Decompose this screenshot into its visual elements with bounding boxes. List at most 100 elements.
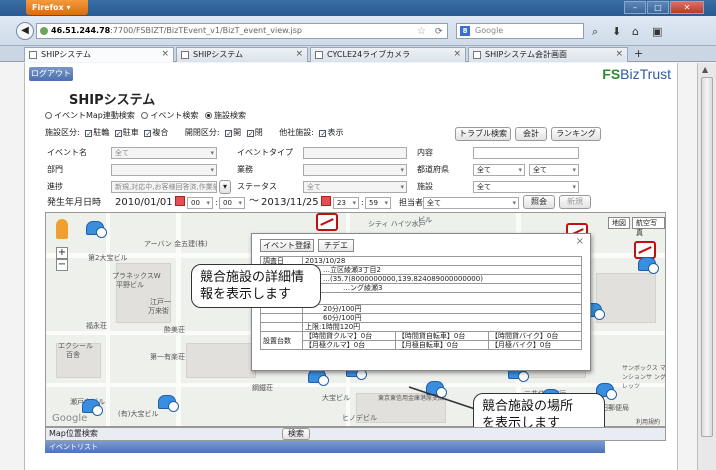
tab-cycle24[interactable]: CYCLE24ライブカメラ × [310,47,466,62]
radio-facility-search[interactable]: 施設検索 [204,111,246,120]
check-tab[interactable]: チデエ [318,239,354,252]
map-type-map-button[interactable]: 地図 [608,217,630,229]
facility-marker-icon[interactable] [86,221,107,238]
date-label: 発生年月日時 [47,198,102,208]
event-name-select[interactable]: 全て [111,147,217,159]
facility-type-label: 施設区分: [45,128,80,137]
prefecture-label: 都道府県 [417,165,449,174]
detail-annotation-callout: 競合施設の詳細情 報を表示します [191,264,321,308]
department-select[interactable] [111,164,217,176]
menu-icon[interactable]: ▣ [652,25,662,38]
event-register-tab[interactable]: イベント登録 [260,239,314,252]
url-path: :7700/FSBIZT/BizTEvent_v1/BizT_event_vie… [110,26,302,35]
minute-to-select[interactable]: 59 [365,197,391,209]
calendar-from-icon[interactable] [175,196,185,206]
facility-select[interactable]: 全て [473,181,579,193]
tab-ship-accounting[interactable]: SHIPシステム会計画面 × [468,47,628,62]
bookmark-star-icon[interactable]: ☆ [417,25,426,38]
ranking-button[interactable]: ランキング [551,127,601,141]
new-button[interactable]: 新規 [559,195,591,209]
competitor-facility-icon[interactable] [316,213,338,231]
tab-close-icon[interactable]: × [615,48,623,61]
zoom-out-button[interactable]: − [56,259,68,271]
checkbox-closed[interactable]: ✓閉 [244,128,263,138]
home-icon[interactable]: ⌂ [632,25,639,38]
site-identity-icon[interactable] [40,27,48,35]
checkbox-parking-bike[interactable]: ✓駐輪 [82,128,109,138]
close-window-button[interactable]: ✕ [670,1,704,14]
radio-event-search[interactable]: イベント検索 [141,111,198,120]
map-label: 酔美荘 [164,326,185,334]
minute-from-select[interactable]: 00 [219,197,245,209]
assignee-select[interactable]: 全て [423,197,519,209]
map-label: (有)大宝ビル [118,410,159,418]
accounting-button[interactable]: 会計 [515,127,547,141]
scrollbar-thumb[interactable] [701,77,713,437]
facility-marker-icon[interactable] [82,399,103,416]
page-title: SHIPシステム [69,93,156,108]
terms-link[interactable]: 利用規約 [636,417,660,426]
download-icon[interactable]: ⬇ [612,25,621,38]
reload-icon[interactable]: ⟳ [435,25,443,38]
firefox-menu-button[interactable]: Firefox ▾ [26,0,88,15]
tab-close-icon[interactable]: × [161,48,169,61]
city-select[interactable]: 全て [529,164,579,176]
checkbox-combined[interactable]: ✓複合 [141,128,168,138]
trouble-search-button[interactable]: トラブル検索 [455,127,511,141]
progress-dropdown-button[interactable]: ▾ [219,180,231,194]
zoom-in-button[interactable]: + [56,247,68,259]
progress-field[interactable]: 新規,対応中,お客様回答済,作業依頼中 [111,181,217,193]
business-select[interactable] [303,164,407,176]
scroll-up-icon[interactable]: ▲ [702,65,708,74]
map-label: 万来街 [148,307,169,315]
facility-marker-icon[interactable] [308,369,329,386]
street-view-pegman-icon[interactable] [56,219,68,239]
facility-marker-icon[interactable] [158,395,179,412]
map-type-satellite-button[interactable]: 航空写真 [632,217,665,237]
other-company-label: 他社施設: [279,128,314,137]
navigation-bar: ◀ 46.51.244.78:7700/FSBIZT/BizTEvent_v1/… [0,16,716,46]
view-button[interactable]: 照会 [523,195,555,209]
tab-close-icon[interactable]: × [295,48,303,61]
checkbox-open[interactable]: ✓開 [222,128,241,138]
hour-from-select[interactable]: 00 [187,197,213,209]
minimize-button[interactable]: – [624,1,646,14]
tab-close-icon[interactable]: × [453,48,461,61]
calendar-to-icon[interactable] [321,196,331,206]
assignee-label: 担当者 [399,198,423,207]
page-icon [315,51,323,59]
checkbox-parking-car[interactable]: ✓駐車 [112,128,139,138]
tab-ship-2[interactable]: SHIPシステム × [176,47,308,62]
date-to-input[interactable]: 2013/11/25 [261,197,319,209]
search-placeholder: Google [475,26,504,35]
event-type-select[interactable] [303,147,407,159]
map-label: 平野ビル [116,281,144,289]
search-go-icon[interactable]: ⌕ [592,25,598,39]
new-tab-button[interactable]: + [634,47,643,60]
hour-to-select[interactable]: 23 [333,197,359,209]
facility-marker-icon[interactable] [638,257,659,274]
maximize-button[interactable]: □ [647,1,669,14]
map-label: 鋼鐵荘 [252,384,273,392]
capacity-cell: 【月極自転車】0台 [394,340,490,350]
open-type-label: 開閉区分: [184,128,220,137]
close-icon[interactable]: × [576,236,584,247]
content-input[interactable] [473,147,579,159]
date-from-input[interactable]: 2010/01/01 [115,197,173,209]
radio-event-map[interactable]: イベントMap連動検索 [45,111,135,120]
url-host: 46.51.244.78 [51,26,111,35]
tab-ship-1[interactable]: SHIPシステム × [24,47,174,62]
address-bar[interactable]: 46.51.244.78:7700/FSBIZT/BizTEvent_v1/Bi… [36,23,448,39]
status-select[interactable]: 全て [303,181,407,193]
search-box[interactable]: 8 Google [456,23,584,39]
logout-button[interactable]: ログアウト [29,67,73,81]
checkbox-show-other[interactable]: ✓表示 [316,128,343,138]
map-label: 第一有楽荘 [150,353,185,361]
map-search-button[interactable]: 検索 [282,428,310,440]
vertical-scrollbar[interactable]: ▲ [697,63,716,470]
back-button[interactable]: ◀ [16,22,34,40]
event-list-header[interactable]: イベントリスト [45,441,605,453]
prefecture-select[interactable]: 全て [473,164,525,176]
google-icon[interactable]: 8 [460,26,470,36]
page-icon [29,51,37,59]
